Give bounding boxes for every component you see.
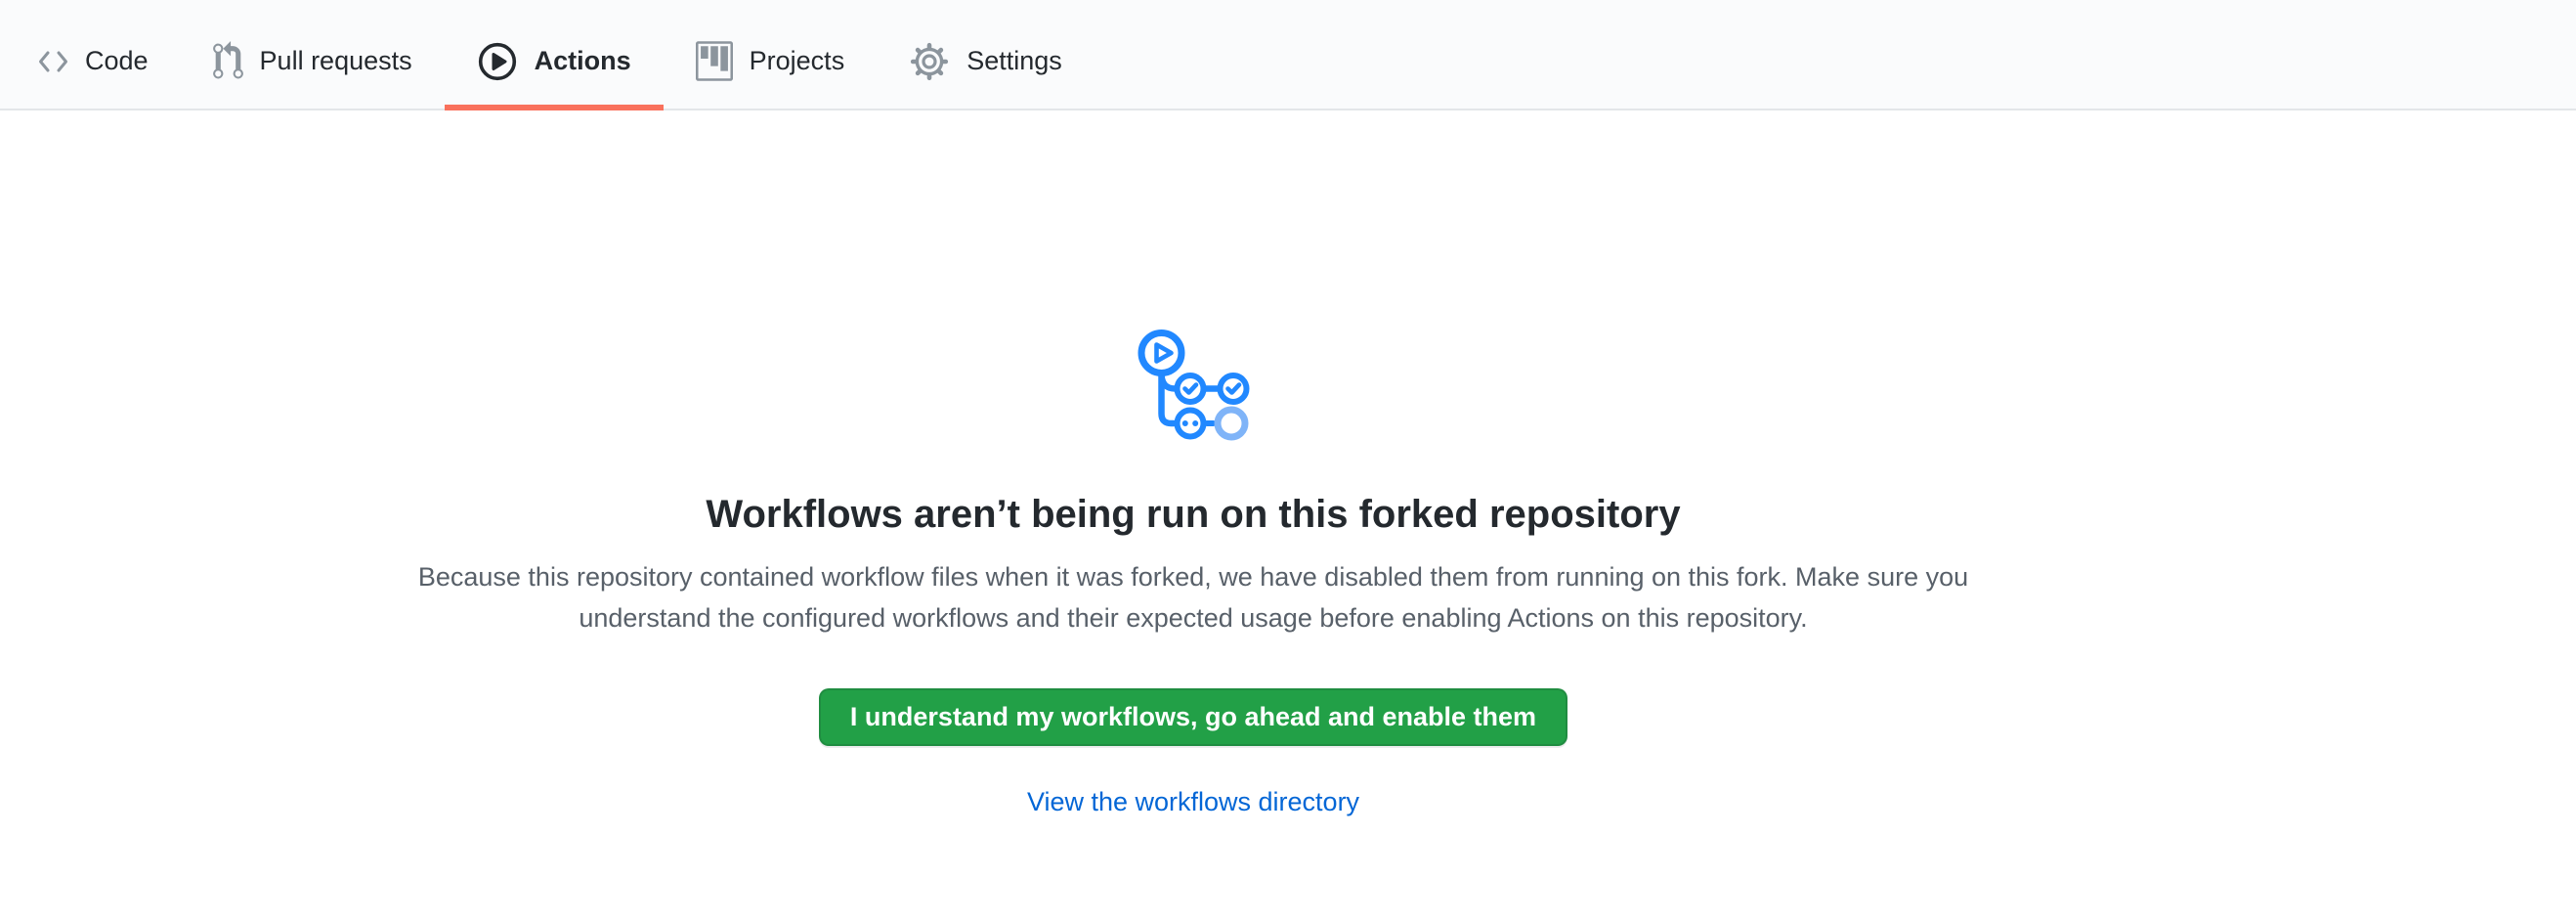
tab-label: Projects	[750, 48, 845, 74]
code-icon	[38, 50, 68, 73]
blankslate-heading: Workflows aren’t being run on this forke…	[706, 490, 1680, 539]
tab-projects[interactable]: Projects	[664, 0, 878, 109]
tab-label: Code	[85, 48, 149, 74]
play-circle-icon	[477, 41, 518, 82]
tab-actions[interactable]: Actions	[445, 0, 664, 109]
project-board-icon	[696, 41, 733, 81]
tab-pull-requests[interactable]: Pull requests	[181, 0, 445, 109]
repo-tab-nav: Code Pull requests Actions Projects	[0, 0, 2576, 110]
tab-label: Settings	[966, 48, 1062, 74]
tab-settings[interactable]: Settings	[877, 0, 1095, 109]
workflows-directory-link-row: View the workflows directory	[1027, 787, 1359, 817]
actions-blankslate: Workflows aren’t being run on this forke…	[0, 110, 2386, 817]
git-pull-request-icon	[213, 41, 243, 81]
workflow-graph-icon	[1138, 330, 1250, 441]
tab-label: Actions	[535, 48, 631, 74]
tab-label: Pull requests	[260, 48, 412, 74]
gear-icon	[909, 41, 950, 82]
enable-workflows-button[interactable]: I understand my workflows, go ahead and …	[819, 688, 1567, 746]
blankslate-description: Because this repository contained workfl…	[382, 556, 2004, 638]
tab-code[interactable]: Code	[6, 0, 181, 109]
view-workflows-directory-link[interactable]: View the workflows directory	[1027, 787, 1359, 816]
